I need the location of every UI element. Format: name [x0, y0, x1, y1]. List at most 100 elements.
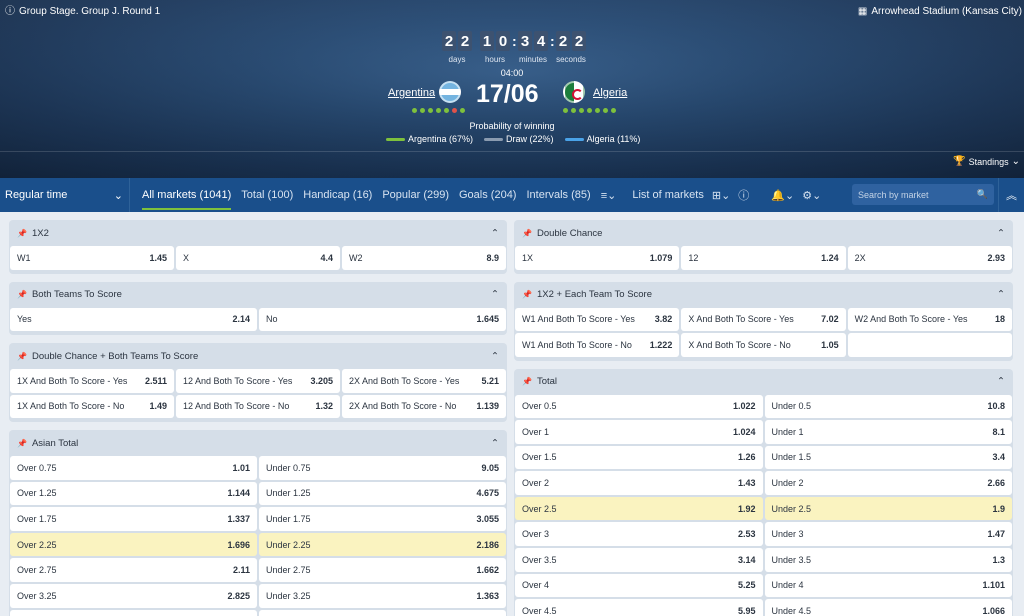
odds-row: Over 0.75 1.01 Under 0.75 9.05	[10, 456, 506, 480]
odds-button[interactable]: Under 4.5 1.066	[764, 599, 1012, 616]
odds-button[interactable]: Under 3.5 1.3	[764, 548, 1012, 572]
list-of-markets-button[interactable]: List of markets	[632, 178, 704, 212]
odds-button[interactable]: Yes 2.14	[10, 307, 257, 331]
team1-link[interactable]: Argentina	[388, 87, 435, 99]
odds-button[interactable]: Over 1.25 1.144	[10, 481, 257, 506]
gear-icon[interactable]: ⚙⌄	[802, 189, 821, 202]
market-header[interactable]: 📌 Total ⌃	[514, 369, 1013, 395]
pin-icon[interactable]: 📌	[522, 377, 532, 386]
form-dot	[460, 108, 465, 113]
market-header[interactable]: 📌 Double Chance + Both Teams To Score ⌃	[9, 343, 507, 369]
odds-button[interactable]: 2X And Both To Score - Yes 5.21	[342, 369, 506, 393]
tab-popular[interactable]: Popular (299)	[382, 178, 449, 212]
odds-button[interactable]: 12 And Both To Score - Yes 3.205	[176, 369, 340, 393]
odds-button[interactable]: W1 1.45	[10, 246, 174, 270]
odds-button[interactable]: Under 3.751.194	[259, 609, 506, 616]
chevron-up-icon[interactable]: ⌃	[997, 289, 1005, 300]
pin-icon[interactable]: 📌	[17, 229, 27, 238]
chevron-up-icon[interactable]: ⌃	[491, 351, 499, 362]
outcome-label: No	[266, 314, 278, 325]
odds-button[interactable]: Under 0.75 9.05	[259, 456, 506, 480]
odds-button[interactable]: Over 1.5 1.26	[515, 445, 763, 470]
odds-button[interactable]: Under 2 2.66	[764, 471, 1012, 495]
outcome-label: 1X And Both To Score - Yes	[17, 375, 128, 386]
odds-button[interactable]: Over 2.5 1.92	[515, 496, 763, 521]
odds-button[interactable]: Over 3.5 3.14	[515, 548, 763, 572]
more-tabs-button[interactable]: ≡⌄	[601, 178, 617, 212]
tab-all-markets[interactable]: All markets (1041)	[142, 178, 232, 212]
odds-button[interactable]: 2X And Both To Score - No 1.139	[342, 394, 506, 418]
odds-button[interactable]: Over 0.5 1.022	[515, 394, 763, 419]
pin-icon[interactable]: 📌	[17, 290, 27, 299]
odds-button[interactable]: Under 1 8.1	[764, 420, 1012, 444]
odds-button[interactable]: Over 3 2.53	[515, 522, 763, 547]
odds-button[interactable]: 12 And Both To Score - No 1.32	[176, 394, 340, 418]
markets-right-column: 📌 Double Chance ⌃ 1X 1.079 12 1.24 2X 2.93 📌 1X2 …	[514, 220, 1013, 616]
colon: :	[512, 33, 517, 49]
odds-button[interactable]: Over 2 1.43	[515, 471, 763, 495]
odds-button[interactable]: Over 3.25 2.825	[10, 583, 257, 608]
pin-icon[interactable]: 📌	[17, 352, 27, 361]
odds-button[interactable]: Under 2.75 1.662	[259, 558, 506, 582]
odds-button[interactable]: W1 And Both To Score - No 1.222	[515, 333, 680, 357]
market-header[interactable]: 📌 Double Chance ⌃	[514, 220, 1013, 246]
odds-button[interactable]: Under 4 1.101	[764, 573, 1012, 598]
collapse-button[interactable]: ︽	[998, 178, 1024, 212]
market-header[interactable]: 📌 Both Teams To Score ⌃	[9, 282, 507, 308]
grid-view-icon[interactable]: ⊞⌄	[712, 189, 730, 202]
odds-button[interactable]: X And Both To Score - No 1.05	[681, 333, 846, 357]
standings-button[interactable]: 🏆 Standings ⌄	[953, 157, 1020, 168]
chevron-up-icon[interactable]: ⌃	[491, 228, 499, 239]
odds-button[interactable]: Over 4.5 5.95	[515, 599, 763, 616]
form-dot	[428, 108, 433, 113]
odds-button[interactable]: Over 2.25 1.696	[10, 532, 257, 557]
pin-icon[interactable]: 📌	[522, 229, 532, 238]
odds-button[interactable]: 1X 1.079	[515, 246, 680, 270]
chevron-up-icon[interactable]: ⌃	[997, 376, 1005, 387]
info-icon[interactable]: ⓘ	[738, 187, 749, 203]
odds-button[interactable]: No 1.645	[259, 307, 506, 331]
market-header[interactable]: 📌 1X2 ⌃	[9, 220, 507, 246]
bell-icon[interactable]: 🔔⌄	[771, 189, 794, 202]
odds-button[interactable]: W2 8.9	[342, 246, 506, 270]
odds-button[interactable]: Under 1.5 3.4	[764, 445, 1012, 470]
chevron-up-icon[interactable]: ⌃	[491, 289, 499, 300]
odds-button[interactable]: X And Both To Score - Yes 7.02	[681, 307, 846, 331]
odds-button[interactable]: Over 1.75 1.337	[10, 507, 257, 531]
odds-button[interactable]: Under 3 1.47	[764, 522, 1012, 547]
odds-button[interactable]: Under 1.75 3.055	[259, 507, 506, 531]
market-header[interactable]: 📌 1X2 + Each Team To Score ⌃	[514, 282, 1013, 308]
stage-label: Group Stage. Group J. Round 1	[19, 6, 161, 17]
tab-total[interactable]: Total (100)	[241, 178, 293, 212]
odds-button[interactable]: 1X And Both To Score - No 1.49	[10, 394, 174, 418]
chevron-up-icon[interactable]: ⌃	[491, 438, 499, 449]
pin-icon[interactable]: 📌	[17, 439, 27, 448]
odds-button[interactable]: Under 3.25 1.363	[259, 583, 506, 608]
odds-button[interactable]: Over 4 5.25	[515, 573, 763, 598]
odds-button[interactable]: W2 And Both To Score - Yes 18	[847, 307, 1012, 331]
tab-intervals[interactable]: Intervals (85)	[526, 178, 590, 212]
period-select[interactable]: Regular time ⌄	[0, 178, 130, 212]
odds-button[interactable]: Over 0.75 1.01	[10, 456, 257, 480]
odds-button[interactable]: Under 0.5 10.8	[764, 394, 1012, 419]
odds-button[interactable]: W1 And Both To Score - Yes 3.82	[515, 307, 680, 331]
odds-button[interactable]: 1X And Both To Score - Yes 2.511	[10, 369, 174, 393]
pin-icon[interactable]: 📌	[522, 290, 532, 299]
tab-goals[interactable]: Goals (204)	[459, 178, 516, 212]
odds-button[interactable]: 2X 2.93	[847, 246, 1012, 270]
odds-button[interactable]: Over 1 1.024	[515, 420, 763, 444]
countdown: 22 days 10 hours : 34 minutes : 22 secon…	[440, 31, 588, 64]
odds-button[interactable]: Under 1.25 4.675	[259, 481, 506, 506]
odds-button[interactable]: Under 2.5 1.9	[764, 496, 1012, 521]
odds-button[interactable]: X 4.4	[176, 246, 340, 270]
tab-handicap[interactable]: Handicap (16)	[303, 178, 372, 212]
chevron-up-icon[interactable]: ⌃	[997, 228, 1005, 239]
team2-link[interactable]: Algeria	[593, 87, 627, 99]
search-input[interactable]: Search by market 🔍	[852, 184, 994, 205]
market-header[interactable]: 📌 Asian Total ⌃	[9, 430, 507, 456]
odds-button[interactable]: Under 2.25 2.186	[259, 532, 506, 557]
odds-button[interactable]: 12 1.24	[681, 246, 846, 270]
odds-button[interactable]: Over 3.753.82	[10, 609, 257, 616]
odds-button[interactable]: Over 2.75 2.11	[10, 558, 257, 582]
form-dot	[436, 108, 441, 113]
